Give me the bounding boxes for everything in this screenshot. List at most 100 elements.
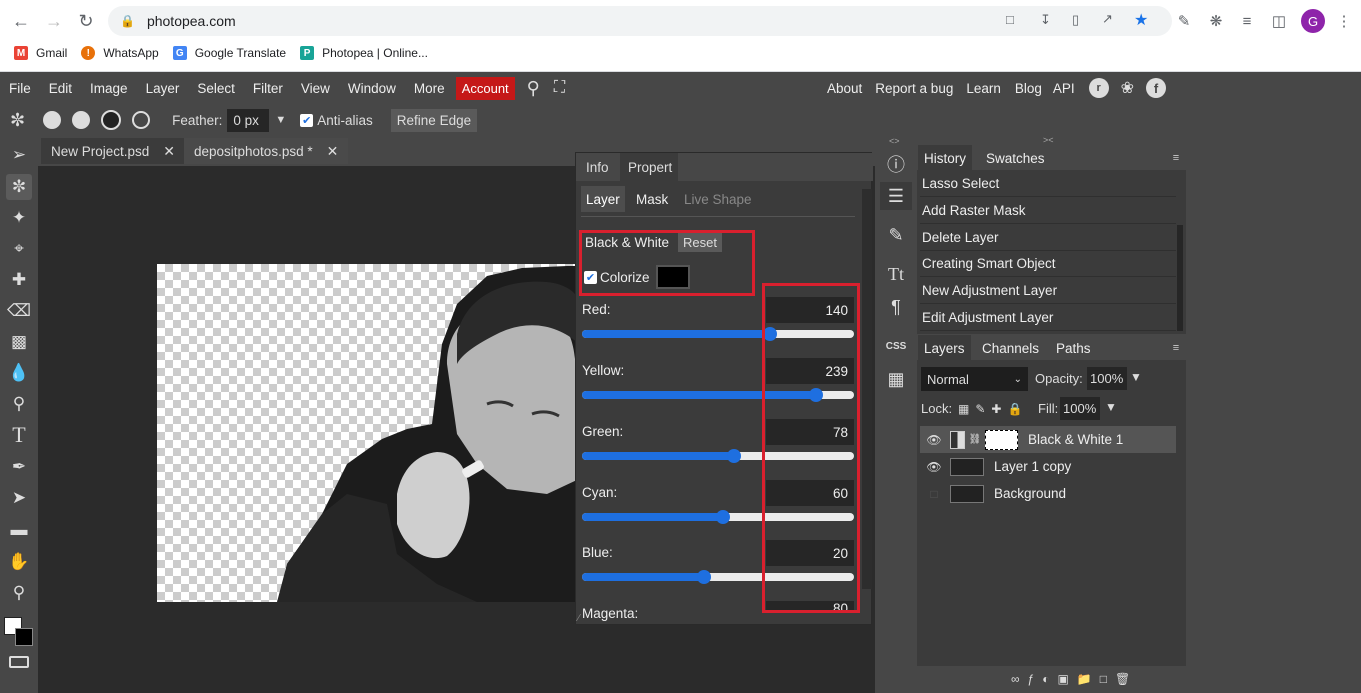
bookmark-translate[interactable]: G Google Translate (172, 46, 286, 60)
layer-row[interactable]: 👁 Layer 1 copy (920, 453, 1176, 480)
history-item[interactable]: Edit Adjustment Layer (920, 305, 1176, 331)
link-learn[interactable]: Learn (957, 81, 1010, 96)
bookmark-whatsapp[interactable]: ! WhatsApp (81, 46, 159, 60)
keyboard-icon[interactable] (9, 656, 29, 668)
antialias-checkbox[interactable]: ✔ (300, 113, 314, 127)
link-api[interactable]: API (1047, 81, 1081, 96)
menu-edit[interactable]: Edit (40, 81, 81, 96)
profile-avatar[interactable]: G (1301, 9, 1325, 33)
selection-add-icon[interactable] (72, 111, 91, 129)
lasso-tool-icon[interactable]: ✼ (6, 174, 32, 200)
hand-tool-icon[interactable]: ✋ (6, 549, 32, 575)
layer-row[interactable]: □ Background (920, 480, 1176, 507)
resize-grip-icon[interactable]: ∕ (578, 613, 580, 624)
healing-tool-icon[interactable]: ✚ (6, 267, 32, 293)
search-icon[interactable]: ⚲ (527, 78, 540, 99)
page-icon[interactable]: ▯ (1072, 12, 1079, 28)
eye-icon[interactable]: 👁 (924, 460, 944, 474)
menu-select[interactable]: Select (188, 81, 244, 96)
tab-swatches[interactable]: Swatches (980, 145, 1051, 171)
opacity-dropdown-icon[interactable]: ▼ (1130, 370, 1142, 384)
menu-file[interactable]: File (0, 81, 40, 96)
bookmark-gmail[interactable]: M Gmail (14, 46, 67, 60)
forward-icon[interactable]: → (43, 10, 65, 32)
selection-intersect-icon[interactable] (132, 111, 151, 129)
screenshot-icon[interactable]: □ (1006, 12, 1014, 27)
facebook-icon[interactable]: f (1146, 78, 1167, 98)
crop-tool-icon[interactable]: ⌖ (6, 236, 32, 262)
info-icon[interactable]: ⓘ (880, 150, 912, 178)
magic-wand-icon[interactable]: ✦ (6, 205, 32, 231)
history-scrollbar[interactable] (1177, 225, 1183, 331)
history-item[interactable]: Add Raster Mask (920, 198, 1176, 224)
opacity-input[interactable]: 100% (1087, 367, 1127, 390)
side-panel-icon[interactable]: ◫ (1270, 12, 1288, 30)
eye-icon[interactable]: 👁 (924, 433, 944, 447)
reading-list-icon[interactable]: ≡ (1238, 12, 1256, 30)
gradient-tool-icon[interactable]: ▩ (6, 329, 32, 355)
tab-info[interactable]: Info (578, 153, 617, 181)
back-icon[interactable]: ← (10, 10, 32, 32)
panel-menu-icon[interactable]: ≡ (1168, 340, 1184, 356)
doc-tab-new-project[interactable]: New Project.psd ✕ (41, 138, 186, 164)
tab-history[interactable]: History (918, 145, 973, 171)
layer-actions-icons[interactable]: ∞ƒ◐▣📁□🗑 (1011, 672, 1138, 686)
reload-icon[interactable]: ↻ (75, 10, 97, 32)
paragraph-icon[interactable]: ¶ (880, 293, 912, 321)
close-icon[interactable]: ✕ (327, 143, 339, 160)
tab-properties[interactable]: Propert (620, 153, 678, 181)
move-tool-icon[interactable]: ➢ (6, 142, 32, 168)
doc-tab-depositphotos[interactable]: depositphotos.psd * ✕ (184, 138, 349, 164)
layer-row[interactable]: 👁 ⛓ Black & White 1 (920, 426, 1176, 453)
refine-edge-button[interactable]: Refine Edge (390, 108, 478, 132)
subtab-live-shape[interactable]: Live Shape (679, 186, 757, 212)
rectangle-tool-icon[interactable]: ▬ (6, 517, 32, 543)
slider-handle[interactable] (727, 449, 742, 463)
image-icon[interactable]: ▦ (880, 365, 912, 393)
slider-handle[interactable] (716, 510, 731, 524)
visibility-off-icon[interactable]: □ (924, 487, 944, 501)
path-select-icon[interactable]: ➤ (6, 485, 32, 511)
menu-more[interactable]: More (405, 81, 454, 96)
dodge-tool-icon[interactable]: ⚲ (6, 391, 32, 417)
css-icon[interactable]: CSS (880, 332, 912, 360)
tab-paths[interactable]: Paths (1050, 335, 1097, 361)
lock-icons[interactable]: ▦✎✚🔒 (958, 402, 1028, 416)
tab-layers[interactable]: Layers (918, 335, 971, 361)
extensions-icon[interactable]: ❋ (1207, 12, 1225, 30)
close-icon[interactable]: ✕ (163, 143, 175, 160)
address-bar[interactable]: 🔒 photopea.com □ ↧ ▯ ↗ ★ (108, 6, 1172, 36)
reddit-icon[interactable]: r (1088, 78, 1109, 98)
panel-menu-icon[interactable]: ≡ (1168, 150, 1184, 166)
browser-menu-icon[interactable]: ⋮ (1335, 12, 1353, 30)
lasso-tool-icon[interactable]: ✼ (10, 110, 25, 131)
pen-tool-icon[interactable]: ✒ (6, 454, 32, 480)
history-item[interactable]: Lasso Select (920, 171, 1176, 197)
brush-icon[interactable]: ✎ (880, 221, 912, 249)
link-report-bug[interactable]: Report a bug (871, 81, 957, 96)
subtab-layer[interactable]: Layer (581, 186, 625, 212)
account-button[interactable]: Account (455, 76, 515, 100)
bookmark-star-icon[interactable]: ★ (1134, 10, 1148, 30)
selection-new-icon[interactable] (43, 111, 62, 129)
feather-dropdown-icon[interactable]: ▼ (275, 114, 286, 126)
collapse-icon[interactable]: <> (889, 136, 900, 146)
menu-image[interactable]: Image (81, 81, 137, 96)
twitter-icon[interactable]: ❀ (1121, 78, 1134, 98)
install-icon[interactable]: ↧ (1040, 12, 1051, 28)
history-item[interactable]: Creating Smart Object (920, 251, 1176, 278)
antialias-label[interactable]: Anti-alias (317, 113, 373, 128)
fullscreen-icon[interactable]: ⛶ (554, 79, 565, 97)
subtab-mask[interactable]: Mask (631, 186, 673, 212)
share-icon[interactable]: ↗ (1102, 11, 1113, 27)
blur-tool-icon[interactable]: 💧 (6, 360, 32, 386)
menu-view[interactable]: View (292, 81, 339, 96)
feather-input[interactable]: 0 px (227, 108, 270, 132)
bookmark-photopea[interactable]: P Photopea | Online... (300, 46, 428, 60)
fill-input[interactable]: 100% (1060, 397, 1100, 420)
menu-filter[interactable]: Filter (244, 81, 292, 96)
link-blog[interactable]: Blog (1010, 81, 1047, 96)
eyedropper-ext-icon[interactable]: ✎ (1175, 12, 1193, 30)
history-item[interactable]: New Adjustment Layer (920, 278, 1176, 305)
blend-mode-select[interactable]: Normal ⌄ (921, 367, 1028, 391)
